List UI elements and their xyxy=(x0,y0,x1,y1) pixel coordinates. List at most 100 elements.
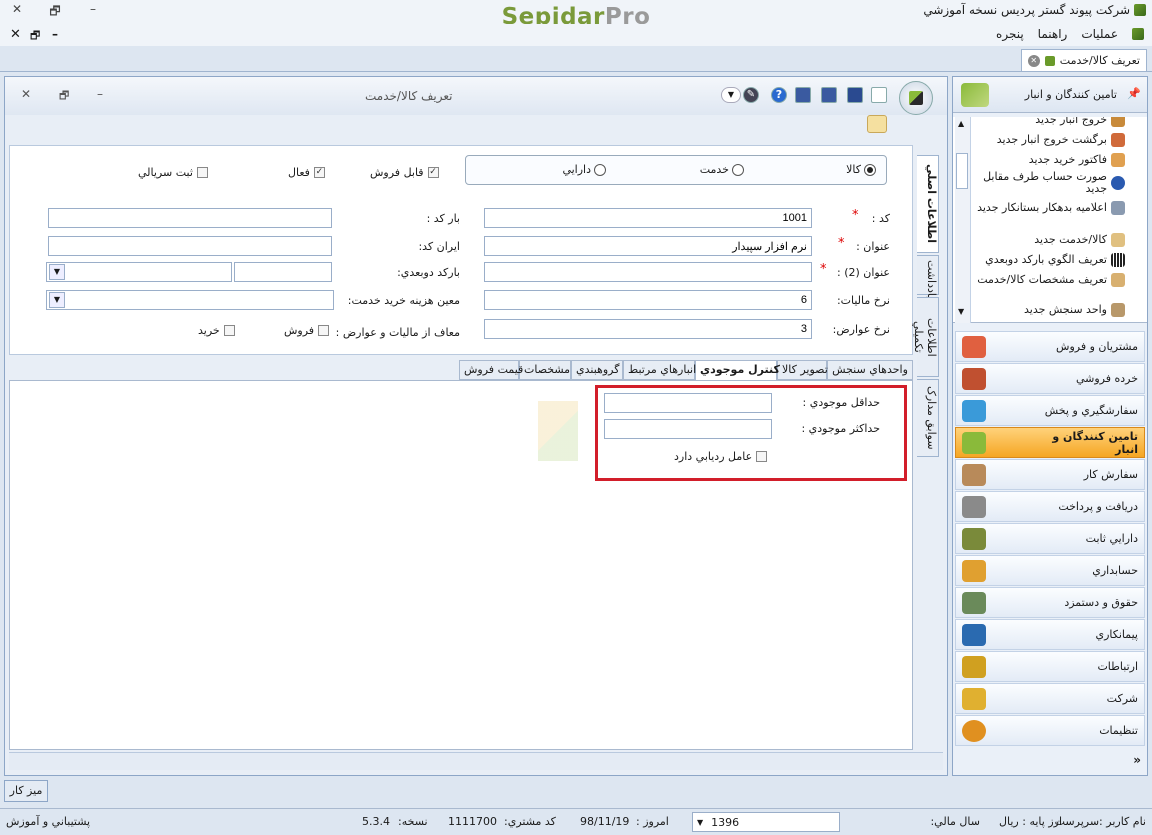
horizontal-scrollbar[interactable] xyxy=(9,752,943,770)
document-tab[interactable]: ✕ تعريف کالا/خدمت xyxy=(1020,49,1147,71)
menu-operations[interactable]: عمليات xyxy=(1081,27,1118,41)
nav-section-accounting[interactable]: حسابداري xyxy=(955,555,1145,586)
dual-barcode-select[interactable]: ▼ xyxy=(46,262,232,282)
toolbar-dropdown-icon[interactable]: ▼ xyxy=(721,87,741,103)
inventory-control-panel: حداقل موجودي : حداکثر موجودي : عامل رديا… xyxy=(9,380,913,750)
tab-specifications[interactable]: مشخصات xyxy=(519,360,571,380)
fiscal-year-dropdown-icon[interactable]: ▼ xyxy=(697,818,703,827)
save-close-icon[interactable] xyxy=(795,87,811,103)
nav-item[interactable]: خروج انبار جديد xyxy=(965,117,1125,127)
tools-icon[interactable]: ✎ xyxy=(743,87,759,103)
nav-item[interactable]: واحد سنجش جديد xyxy=(965,303,1125,317)
max-stock-field[interactable] xyxy=(604,419,772,439)
service-cost-account-select[interactable]: ▼ xyxy=(46,290,334,310)
tax-rate-field[interactable] xyxy=(484,290,812,310)
nav-section-suppliers-warehouse[interactable]: تامين کنندگان و انبار xyxy=(955,427,1145,458)
exempt-purchase-checkbox[interactable] xyxy=(223,325,235,336)
nav-section-ordering[interactable]: سفارشگيري و پخش xyxy=(955,395,1145,426)
code-field[interactable] xyxy=(484,208,812,228)
tab-grouping[interactable]: گروهبندي xyxy=(571,360,623,380)
type-service-option[interactable]: خدمت xyxy=(700,163,744,176)
serial-checkbox[interactable] xyxy=(196,167,208,178)
nav-section-communications[interactable]: ارتباطات xyxy=(955,651,1145,682)
exempt-purchase-option[interactable]: خريد xyxy=(198,324,235,337)
tab-inventory-control[interactable]: کنترل موجودي xyxy=(695,360,780,381)
nav-section-company[interactable]: شرکت xyxy=(955,683,1145,714)
nav-section-receipts-payments[interactable]: دريافت و پرداخت xyxy=(955,491,1145,522)
menu-help[interactable]: راهنما xyxy=(1038,27,1068,41)
nav-item[interactable]: کالا/خدمت جديد xyxy=(965,233,1125,247)
nav-expand-icon[interactable]: » xyxy=(1133,753,1141,767)
support-link[interactable]: پشتيباني و آموزش xyxy=(6,815,90,828)
nav-section-contracting[interactable]: پيمانکاري xyxy=(955,619,1145,650)
nav-item[interactable]: برگشت خروج انبار جديد xyxy=(965,133,1125,147)
min-stock-field[interactable] xyxy=(604,393,772,413)
nav-item[interactable]: تعريف مشخصات کالا/خدمت xyxy=(965,273,1125,287)
desktop-button[interactable]: ميز کار xyxy=(4,780,48,802)
sellable-option[interactable]: ✓ قابل فروش xyxy=(370,166,439,179)
window-close-icon[interactable]: ✕ xyxy=(21,87,31,101)
tab-close-icon[interactable]: ✕ xyxy=(1027,54,1040,67)
save-icon[interactable] xyxy=(847,87,863,103)
nav-item[interactable]: تعريف الگوي بارکد دوبعدي xyxy=(965,253,1125,267)
duty-rate-field[interactable] xyxy=(484,319,812,339)
dual-barcode-field[interactable] xyxy=(234,262,332,282)
pin-icon[interactable]: 📌 xyxy=(1127,87,1141,100)
tracking-checkbox[interactable] xyxy=(756,451,768,462)
serial-option[interactable]: ثبت سريالي xyxy=(138,166,208,179)
window-minimize-icon[interactable]: – xyxy=(97,87,103,101)
type-service-radio[interactable] xyxy=(732,163,744,176)
title-field[interactable] xyxy=(484,236,812,256)
tab-document-history[interactable]: سوابق مدارک xyxy=(917,379,939,457)
scroll-up-icon[interactable]: ▲ xyxy=(958,119,964,128)
help-icon[interactable]: ? xyxy=(771,87,787,103)
type-asset-option[interactable]: دارايي xyxy=(562,163,606,176)
nav-item[interactable]: فاکتور خريد جديد xyxy=(965,153,1125,167)
scroll-down-icon[interactable]: ▼ xyxy=(958,307,964,316)
tab-notes[interactable]: يادداشت xyxy=(917,255,939,299)
new-document-icon[interactable] xyxy=(871,87,887,103)
fiscal-year-select[interactable]: ▼ 1396 xyxy=(692,812,840,832)
work-order-icon xyxy=(962,463,986,486)
tracking-option[interactable]: عامل رديابي دارد xyxy=(674,450,768,463)
scroll-thumb[interactable] xyxy=(956,153,968,189)
active-checkbox[interactable]: ✓ xyxy=(313,167,325,178)
active-option[interactable]: ✓ فعال xyxy=(288,166,325,179)
exempt-sale-checkbox[interactable] xyxy=(318,325,330,336)
sellable-checkbox[interactable]: ✓ xyxy=(427,167,439,178)
nav-list-scrollbar[interactable]: ▲ ▼ xyxy=(955,117,971,323)
item-box-icon[interactable] xyxy=(867,115,887,133)
nav-item[interactable]: صورت حساب طرف مقابل جديد xyxy=(965,171,1125,195)
tab-item-image[interactable]: تصوير کالا xyxy=(777,360,828,380)
nav-section-fixed-assets[interactable]: دارايي ثابت xyxy=(955,523,1145,554)
window-restore-icon[interactable]: 🗗 xyxy=(59,87,69,106)
tab-measurement-units[interactable]: واحدهاي سنجش xyxy=(827,360,913,380)
nav-section-customers-sales[interactable]: مشتريان و فروش xyxy=(955,331,1145,362)
tab-additional-info[interactable]: اطلاعات تکميلي xyxy=(912,297,939,377)
type-goods-option[interactable]: کالا xyxy=(846,163,876,176)
minimize-doc-icon[interactable]: – xyxy=(52,27,58,41)
tab-sale-price[interactable]: قيمت فروش xyxy=(459,360,523,380)
nav-section-work-order[interactable]: سفارش کار xyxy=(955,459,1145,490)
menu-window[interactable]: پنجره xyxy=(996,27,1024,41)
nav-section-settings[interactable]: تنظيمات xyxy=(955,715,1145,746)
exempt-sale-option[interactable]: فروش xyxy=(284,324,330,337)
save-new-icon[interactable] xyxy=(821,87,837,103)
nav-section-retail[interactable]: خرده فروشي xyxy=(955,363,1145,394)
barcode-field[interactable] xyxy=(48,208,332,228)
dual-barcode-dropdown-icon[interactable]: ▼ xyxy=(49,264,65,280)
type-asset-radio[interactable] xyxy=(594,163,606,176)
tab-main-info[interactable]: اطلاعات اصلي xyxy=(917,155,939,253)
type-goods-radio[interactable] xyxy=(864,163,876,176)
tab-related-warehouses[interactable]: انبارهاي مرتبط xyxy=(623,360,696,380)
scale-icon xyxy=(1111,303,1125,317)
restore-doc-icon[interactable]: 🗗 xyxy=(30,27,40,46)
irancode-field[interactable] xyxy=(48,236,332,256)
nav-section-payroll[interactable]: حقوق و دستمزد xyxy=(955,587,1145,618)
title-bar: ✕ 🗗 – SepidarPro شرکت پیوند گستر پردیس ن… xyxy=(0,0,1152,30)
close-doc-icon[interactable]: ✕ xyxy=(10,27,21,42)
new-item-icon xyxy=(1111,233,1125,247)
nav-item[interactable]: اعلاميه بدهکار بستانکار جديد xyxy=(965,201,1125,215)
title2-field[interactable] xyxy=(484,262,812,282)
service-cost-dropdown-icon[interactable]: ▼ xyxy=(49,292,65,308)
